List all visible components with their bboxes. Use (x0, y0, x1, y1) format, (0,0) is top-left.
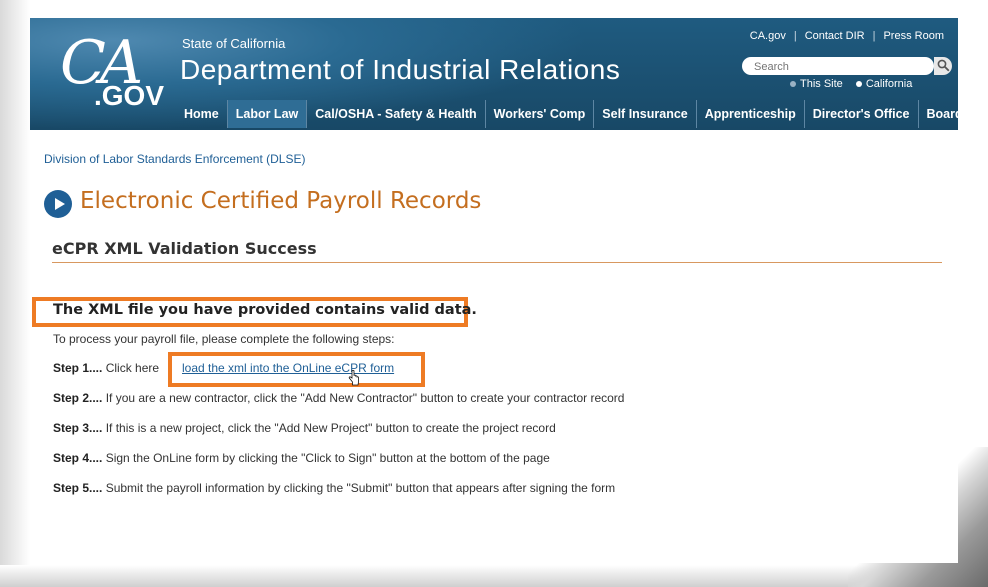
scope-california[interactable]: California (855, 78, 913, 90)
radio-selected-icon (855, 81, 862, 88)
toplink-contact-dir[interactable]: Contact DIR (805, 30, 865, 42)
state-name: State of California (182, 36, 286, 51)
scope-this-site[interactable]: This Site (790, 78, 843, 90)
ca-gov-logo[interactable]: CA .GOV (60, 28, 170, 116)
step-label: Step 2.... (53, 391, 103, 405)
radio-icon (790, 81, 796, 88)
site-header: CA .GOV State of California Department o… (30, 18, 958, 130)
nav-home[interactable]: Home (176, 100, 228, 128)
nav-directors-office[interactable]: Director's Office (805, 100, 919, 128)
nav-cal-osha[interactable]: Cal/OSHA - Safety & Health (307, 100, 486, 128)
step-text: Submit the payroll information by clicki… (105, 481, 616, 495)
section-subtitle: eCPR XML Validation Success (52, 239, 317, 258)
validation-message: The XML file you have provided contains … (53, 302, 477, 318)
step-2: Step 2.... If you are a new contractor, … (53, 391, 624, 405)
top-links: CA.gov | Contact DIR | Press Room (750, 30, 944, 42)
nav-boards[interactable]: Boards (919, 100, 958, 128)
step-4: Step 4.... Sign the OnLine form by click… (53, 451, 550, 465)
search-button[interactable] (934, 57, 952, 75)
search-scope: This Site California (790, 78, 922, 90)
load-xml-link[interactable]: load the xml into the OnLine eCPR form (182, 361, 394, 375)
scope-this-site-label: This Site (800, 78, 843, 90)
search-box (742, 57, 934, 76)
play-arrow-icon (44, 190, 72, 218)
nav-labor-law[interactable]: Labor Law (227, 100, 308, 128)
search-icon (937, 59, 950, 72)
page-bottom-shadow (0, 565, 988, 587)
step-label: Step 1.... (53, 361, 103, 375)
logo-gov: .GOV (94, 80, 165, 111)
step-1: Step 1.... Click here (53, 361, 159, 375)
step-text: If you are a new contractor, click the "… (105, 391, 625, 405)
toplink-ca-gov[interactable]: CA.gov (750, 30, 786, 42)
hand-cursor-icon (348, 370, 359, 386)
toplink-separator: | (872, 30, 876, 42)
department-name: Department of Industrial Relations (180, 54, 621, 85)
section-divider (52, 262, 942, 263)
nav-workers-comp[interactable]: Workers' Comp (486, 100, 595, 128)
step-3: Step 3.... If this is a new project, cli… (53, 421, 556, 435)
browser-content: CA .GOV State of California Department o… (30, 18, 958, 563)
instructions: To process your payroll file, please com… (53, 332, 395, 346)
search-input[interactable] (752, 58, 906, 76)
step-label: Step 4.... (53, 451, 103, 465)
step-label: Step 5.... (53, 481, 103, 495)
breadcrumb[interactable]: Division of Labor Standards Enforcement … (44, 152, 305, 166)
step-label: Step 3.... (53, 421, 103, 435)
toplink-press-room[interactable]: Press Room (883, 30, 944, 42)
page-edge-shadow (0, 0, 30, 587)
step-5: Step 5.... Submit the payroll informatio… (53, 481, 615, 495)
nav-apprenticeship[interactable]: Apprenticeship (697, 100, 805, 128)
main-nav: Home Labor Law Cal/OSHA - Safety & Health W… (176, 100, 958, 128)
toplink-separator: | (793, 30, 797, 42)
step-text: Sign the OnLine form by clicking the "Cl… (105, 451, 550, 465)
page-title: Electronic Certified Payroll Records (80, 188, 482, 214)
step-text: Click here (105, 361, 160, 375)
scope-california-label: California (865, 78, 913, 90)
step-text: If this is a new project, click the "Add… (105, 421, 556, 435)
nav-self-insurance[interactable]: Self Insurance (594, 100, 697, 128)
